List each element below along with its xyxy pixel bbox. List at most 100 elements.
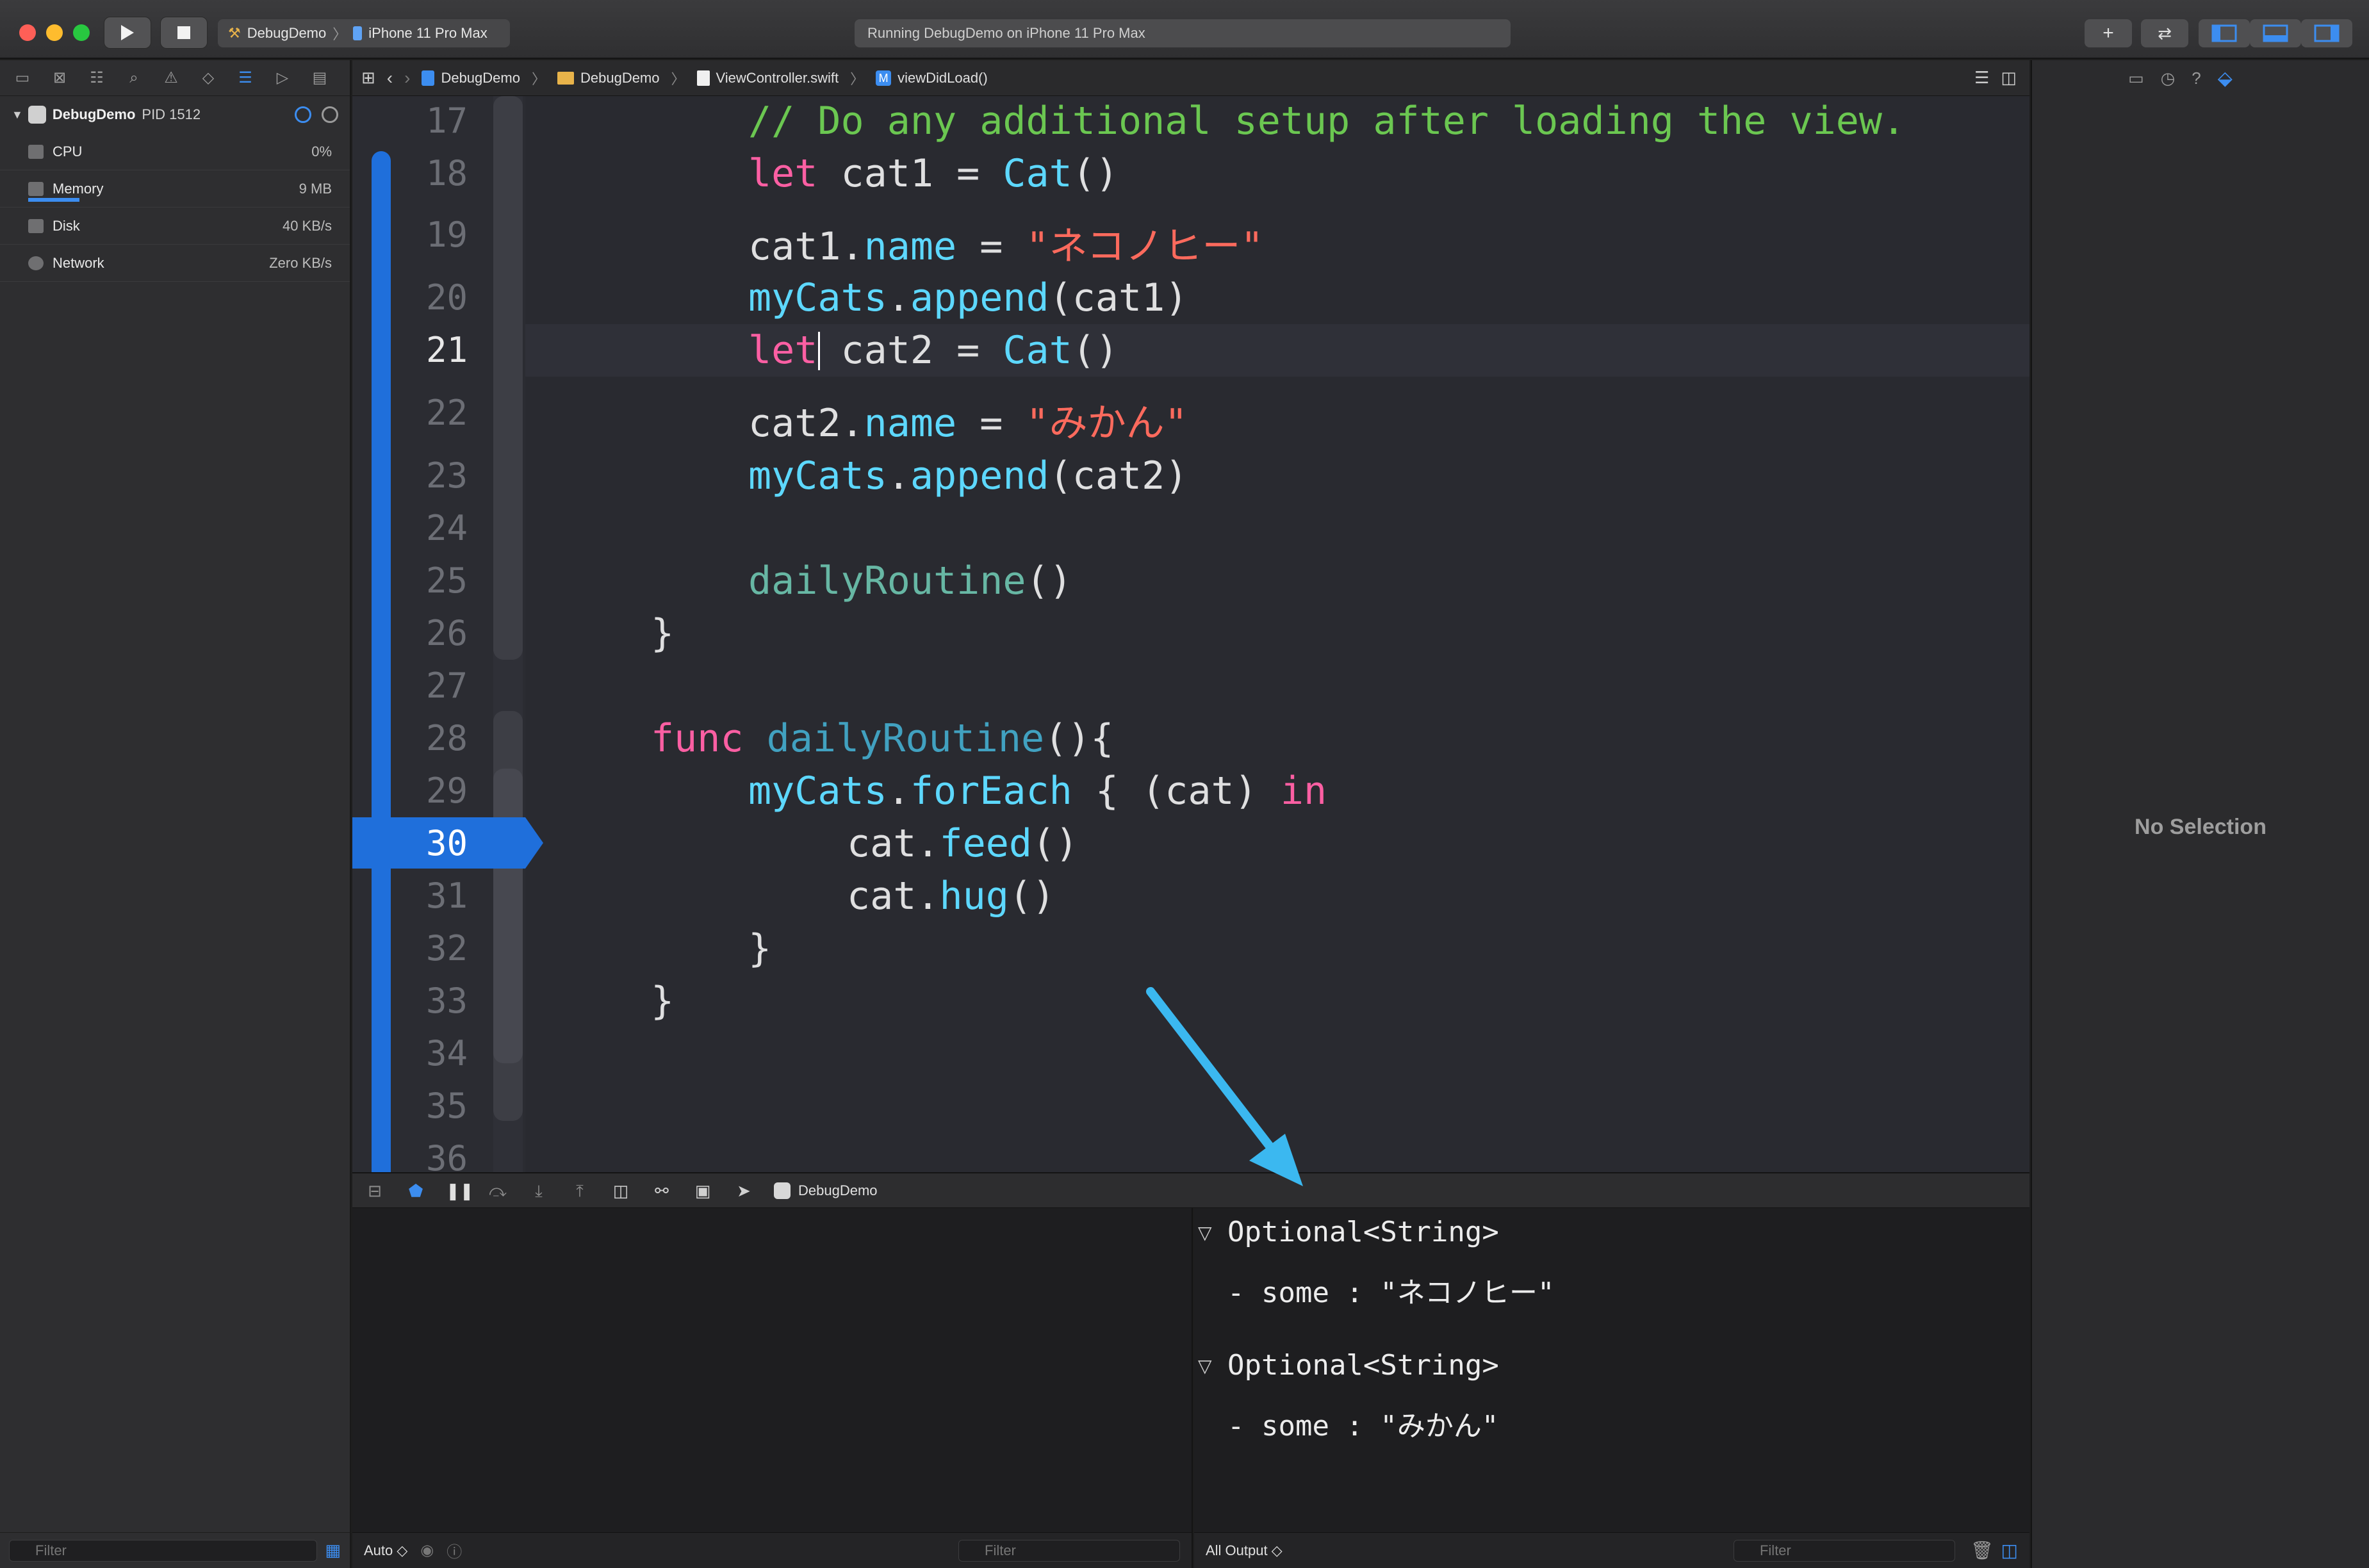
code-line: 27 [425,666,468,706]
symbol-icon[interactable]: ☷ [86,69,108,88]
disclosure-triangle-icon[interactable]: ▼ [12,108,23,122]
environment-overrides-icon[interactable]: ▣ [692,1181,714,1200]
run-button[interactable] [104,17,151,49]
step-into-icon[interactable]: ⤓ [528,1181,550,1200]
code-line: 23 [425,455,468,496]
quick-help-icon[interactable]: ? [2192,69,2201,88]
stop-icon [177,26,190,39]
gauge-cpu[interactable]: CPU 0% [0,133,350,170]
scheme-target: DebugDemo [247,25,327,41]
breakpoint-icon[interactable]: ▷ [272,69,293,88]
back-arrow-icon[interactable]: ‹ [387,68,393,88]
folder-icon [557,71,574,85]
pause-icon[interactable]: ❚❚ [446,1181,474,1200]
disk-icon [28,218,44,233]
history-icon[interactable]: ◷ [2161,69,2176,88]
breadcrumb-method[interactable]: M viewDidLoad() [876,70,988,86]
hammer-icon: ⚒ [228,25,241,41]
debug-target[interactable]: DebugDemo [774,1182,878,1199]
trash-icon[interactable]: 🗑 [1971,1540,1994,1561]
toggle-debug-area-button[interactable] [2250,19,2301,47]
report-icon[interactable]: ▤ [309,69,331,88]
variables-view[interactable]: Auto ◇ ◉ ⓘ [352,1208,1193,1568]
eye-icon[interactable]: ◉ [420,1541,434,1560]
simulate-location-icon[interactable]: ➤ [733,1181,755,1200]
process-row[interactable]: ▼ DebugDemo PID 1512 [0,96,350,133]
source-editor[interactable]: 17 18 19 20 21 22 23 24 25 26 27 28 29 3… [352,96,2029,1172]
disclosure-triangle-icon[interactable]: ▽ [1198,1355,1212,1376]
chevron-right-icon: 〉 [531,70,546,87]
pause-circle-icon[interactable] [322,106,338,123]
gauge-memory[interactable]: Memory 9 MB [0,170,350,208]
test-icon[interactable]: ◇ [197,69,219,88]
play-icon [121,25,134,40]
memory-graph-icon[interactable]: ⚯ [651,1181,673,1200]
search-icon[interactable]: ⌕ [123,69,145,88]
close-window-button[interactable] [19,24,36,41]
code-text-19: cat1.name = "ネコノヒー" [748,224,1264,269]
forward-arrow-icon[interactable]: › [404,68,410,88]
device-icon [353,26,363,40]
code-text-29: myCats.forEach { (cat) in [748,769,1327,813]
debug-icon[interactable]: ☰ [234,69,256,88]
memory-icon [28,181,44,196]
file-inspector-icon[interactable]: ▭ [2128,69,2144,88]
gauge-network[interactable]: Network Zero KB/s [0,245,350,282]
code-line: 36 [425,1138,468,1172]
code-line: 21 [425,330,468,370]
code-review-button[interactable]: ⇄ [2141,19,2188,47]
breadcrumb-project[interactable]: DebugDemo [422,70,520,86]
no-selection-label: No Selection [2135,815,2267,839]
gauge-disk[interactable]: Disk 40 KB/s [0,208,350,245]
code-text-25: dailyRoutine() [748,559,1072,603]
inspector-panel: ▭ ◷ ? ⬙ No Selection [2031,60,2369,1568]
step-over-icon[interactable]: ⤼ [487,1181,509,1200]
console-filter-input[interactable] [1733,1539,1955,1562]
disclosure-triangle-icon[interactable]: ▽ [1198,1222,1212,1243]
breadcrumb-folder[interactable]: DebugDemo [557,70,660,86]
code-line: 25 [425,560,468,601]
toggle-inspector-button[interactable] [2301,19,2352,47]
code-text-17: // Do any additional setup after loading… [748,99,1906,143]
filter-options-icon[interactable]: ▦ [325,1540,341,1560]
variables-scope-selector[interactable]: Auto ◇ [364,1542,407,1559]
attributes-inspector-icon[interactable]: ⬙ [2218,67,2233,90]
console-output-selector[interactable]: All Output ◇ [1206,1542,1283,1559]
swap-arrows-icon: ⇄ [2158,23,2172,43]
plus-icon: + [2103,22,2114,44]
console-output[interactable]: ▽ Optional<String> - some : "ネコノヒー" ▽ Op… [1194,1208,2029,1568]
zoom-window-button[interactable] [73,24,90,41]
library-button[interactable]: + [2085,19,2132,47]
breakpoints-toggle-icon[interactable]: ⬟ [405,1181,427,1200]
scheme-selector[interactable]: ⚒ DebugDemo 〉 iPhone 11 Pro Max [218,19,510,47]
navigator-filter-input[interactable] [9,1539,318,1562]
navigator-tabs: ▭ ⊠ ☷ ⌕ ⚠ ◇ ☰ ▷ ▤ [0,60,350,96]
step-out-icon[interactable]: ⤒ [569,1181,591,1200]
warning-icon[interactable]: ⚠ [160,69,182,88]
network-icon [28,256,44,270]
chevron-right-icon: 〉 [850,70,865,87]
toggle-navigator-button[interactable] [2199,19,2250,47]
minimize-window-button[interactable] [46,24,63,41]
jump-bar: ⊞ ‹ › DebugDemo 〉 DebugDemo 〉 ViewContro… [352,60,2029,96]
console-footer: All Output ◇ 🗑 ◫ [1194,1532,2029,1568]
grid-icon[interactable]: ⊞ [361,68,375,88]
add-editor-icon[interactable]: ◫ [2001,68,2017,88]
app-icon [774,1182,791,1199]
folder-icon[interactable]: ▭ [12,69,33,88]
activity-gauge-icon[interactable] [295,106,311,123]
split-view-icon[interactable]: ◫ [2001,1540,2018,1561]
code-line: 34 [425,1033,468,1074]
inspector-tabs: ▭ ◷ ? ⬙ [2032,60,2369,96]
right-panel-icon [2314,24,2340,42]
editor-options-icon[interactable]: ☰ [1974,68,1989,88]
variables-filter-input[interactable] [958,1539,1180,1562]
source-control-icon[interactable]: ⊠ [49,69,70,88]
hide-debug-area-icon[interactable]: ⊟ [364,1181,386,1200]
code-text-32: } [748,926,772,971]
info-icon[interactable]: ⓘ [447,1539,462,1562]
view-hierarchy-icon[interactable]: ◫ [610,1181,632,1200]
project-icon [422,70,435,86]
breadcrumb-file[interactable]: ViewController.swift [696,70,839,86]
stop-button[interactable] [160,17,208,49]
